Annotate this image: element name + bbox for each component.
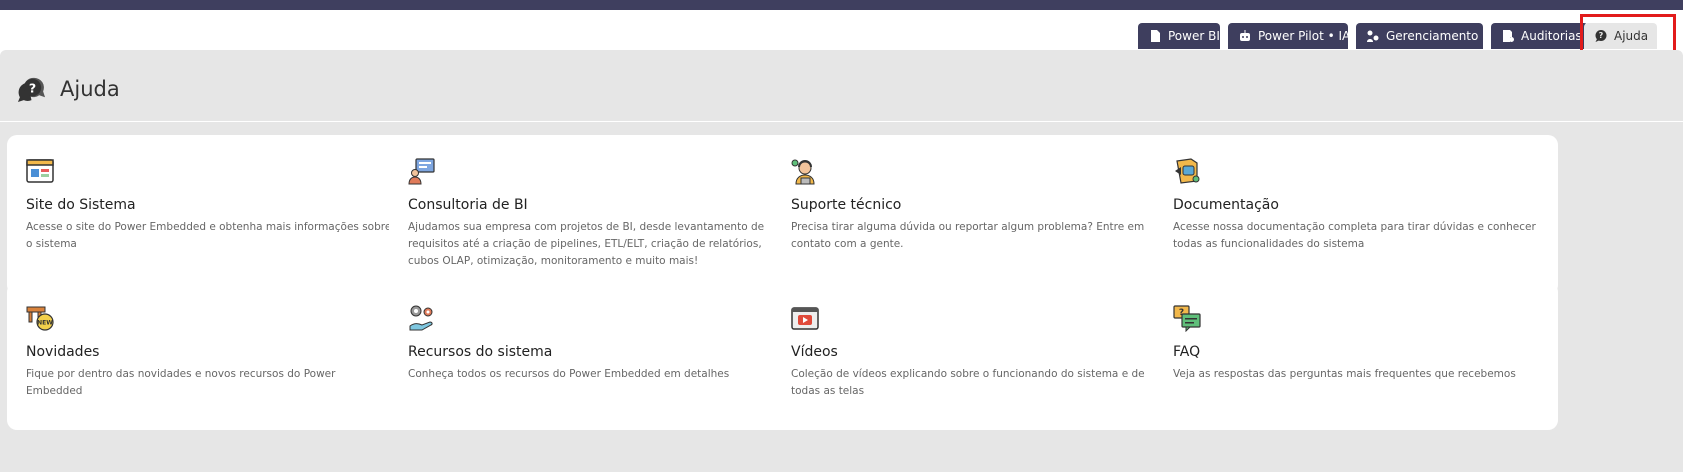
video-player-icon — [791, 307, 819, 330]
svg-text:?: ? — [1599, 31, 1604, 40]
features-gears-icon — [409, 305, 433, 331]
card-description: Precisa tirar alguma dúvida ou reportar … — [791, 221, 1145, 250]
card-title: FAQ — [1173, 344, 1201, 360]
settings-users-icon — [1367, 30, 1379, 42]
card-documentacao[interactable]: Documentação Acesse nossa documentação c… — [1154, 135, 1558, 295]
faq-chat-icon: ? — [1173, 305, 1201, 332]
page-header: ? Ajuda — [17, 74, 120, 103]
tab-gerenciamento[interactable]: Gerenciamento — [1356, 23, 1483, 49]
help-chat-icon: ? — [1595, 30, 1607, 42]
svg-text:?: ? — [29, 80, 36, 95]
card-site-do-sistema[interactable]: Site do Sistema Acesse o site do Power E… — [7, 135, 411, 295]
tab-label: Power Pilot • IA — [1258, 29, 1351, 43]
card-faq[interactable]: ? FAQ Veja as respostas das perguntas ma… — [1154, 282, 1558, 430]
card-description: Coleção de vídeos explicando sobre o fun… — [791, 368, 1145, 397]
audit-icon — [1503, 30, 1514, 42]
report-icon — [1151, 30, 1160, 42]
card-title: Novidades — [26, 344, 100, 360]
tab-label: Auditorias — [1521, 29, 1582, 43]
robot-icon — [1240, 30, 1250, 41]
card-description: Conheça todos os recursos do Power Embed… — [408, 368, 730, 380]
page-title: Ajuda — [60, 76, 120, 101]
tab-label: Ajuda — [1614, 29, 1649, 43]
top-bar — [0, 0, 1683, 10]
card-title: Documentação — [1173, 197, 1279, 213]
website-icon — [26, 159, 54, 183]
card-title: Consultoria de BI — [408, 197, 528, 213]
card-consultoria-de-bi[interactable]: Consultoria de BI Ajudamos sua empresa c… — [389, 135, 793, 295]
card-title: Site do Sistema — [26, 197, 136, 213]
divider — [0, 121, 1683, 122]
card-description: Ajudamos sua empresa com projetos de BI,… — [408, 221, 765, 267]
new-badge-icon: NEW — [26, 306, 54, 331]
help-chat-icon: ? — [17, 77, 46, 103]
card-title: Suporte técnico — [791, 197, 902, 213]
card-novidades[interactable]: NEW Novidades Fique por dentro das novid… — [7, 282, 411, 430]
card-title: Recursos do sistema — [408, 344, 553, 360]
card-description: Acesse o site do Power Embedded e obtenh… — [26, 221, 392, 250]
card-title: Vídeos — [791, 344, 838, 360]
support-agent-icon — [791, 159, 815, 185]
card-videos[interactable]: Vídeos Coleção de vídeos explicando sobr… — [772, 282, 1176, 430]
tab-power-pilot[interactable]: Power Pilot • IA — [1228, 23, 1351, 49]
tab-auditorias[interactable]: Auditorias — [1491, 23, 1588, 49]
tab-label: Power BI — [1168, 29, 1220, 43]
card-description: Fique por dentro das novidades e novos r… — [26, 368, 336, 397]
card-description: Veja as respostas das perguntas mais fre… — [1173, 368, 1516, 380]
nav-tabs: Power BI Power Pilot • IA Gerenciamento … — [0, 23, 1683, 49]
card-recursos-do-sistema[interactable]: Recursos do sistema Conheça todos os rec… — [389, 282, 793, 430]
main-panel: ? Ajuda Site do Sistema Acesse o site do… — [0, 50, 1683, 472]
card-suporte-tecnico[interactable]: Suporte técnico Precisa tirar alguma dúv… — [772, 135, 1176, 295]
tab-power-bi[interactable]: Power BI — [1138, 23, 1220, 49]
consulting-icon — [408, 158, 435, 185]
tab-label: Gerenciamento — [1386, 29, 1479, 43]
svg-text:NEW: NEW — [37, 320, 53, 327]
card-description: Acesse nossa documentação completa para … — [1173, 221, 1536, 250]
documentation-icon — [1175, 158, 1200, 184]
tab-ajuda[interactable]: ? Ajuda — [1584, 23, 1657, 49]
